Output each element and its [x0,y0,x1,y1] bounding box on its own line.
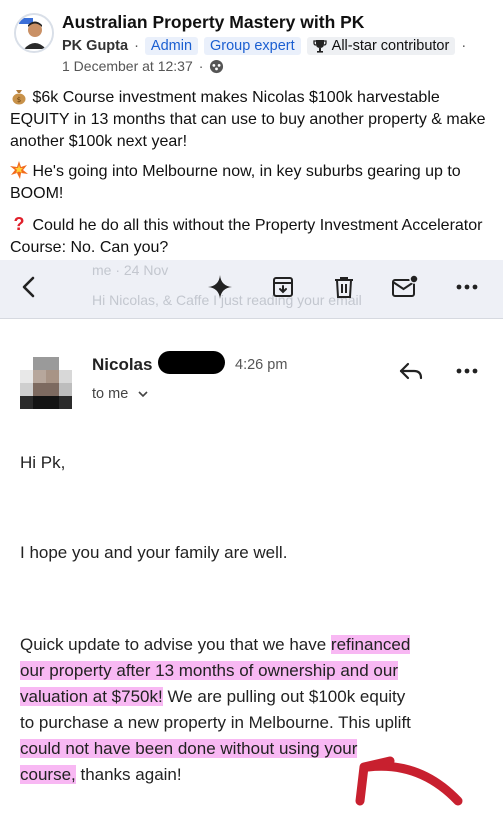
trash-icon [335,277,353,298]
group-avatar-image [16,15,52,51]
gemini-button[interactable] [205,272,235,302]
question-mark-icon: ? [13,214,25,234]
admin-badge: Admin [144,37,199,55]
separator-dot: · [198,58,204,74]
sparkle-icon [208,275,232,299]
email-time: 4:26 pm [235,357,288,373]
archive-button[interactable] [268,272,298,302]
more-horizontal-icon [456,368,478,374]
recipient-label: to me [92,386,129,402]
highlighted-text: valuation at $750k! [20,687,163,706]
recipient-toggle[interactable]: to me [92,386,148,402]
post-line-1-text: $6k Course investment makes Nicolas $100… [10,89,486,150]
contributor-badge: All-star contributor [306,37,456,55]
svg-text:$: $ [17,96,21,104]
email-more-button[interactable] [452,356,482,386]
group-expert-badge: Group expert [204,37,301,55]
delete-button[interactable] [329,272,359,302]
highlighted-text: could not have been done without using y… [20,739,358,758]
post-line-3-text: Could he do all this without the Propert… [10,217,483,256]
red-arrow-annotation [355,756,463,806]
archive-icon [273,277,293,297]
money-bag-icon: $ [12,90,26,105]
sender-name[interactable]: Nicolas [92,355,152,375]
highlighted-text: course, [20,765,76,784]
more-options-button[interactable] [452,272,482,302]
author-name[interactable]: PK Gupta [62,38,128,54]
reply-icon [399,362,423,380]
post-date[interactable]: 1 December at 12:37 [62,58,193,74]
email-line: our property after 13 months of ownershi… [20,658,490,684]
email-toolbar [0,260,503,319]
post-paragraph-3: ? Could he do all this without the Prope… [10,213,495,259]
highlighted-text: our property after 13 months of ownershi… [20,661,398,680]
post-date-row: 1 December at 12:37 · [62,58,224,74]
group-title[interactable]: Australian Property Mastery with PK [62,12,364,33]
more-horizontal-icon [456,284,478,290]
pixelated-avatar-image [20,357,72,409]
post-meta: PK Gupta · Admin Group expert All-star c… [62,37,466,55]
contributor-badge-label: All-star contributor [331,38,450,54]
separator-dot: · [134,38,139,54]
email-line: Quick update to advise you that we have … [20,635,411,654]
mark-unread-button[interactable] [390,272,420,302]
trophy-icon [313,40,327,53]
redaction-bar [158,351,225,374]
post-line-2-text: He's going into Melbourne now, in key su… [10,163,461,202]
collision-icon [10,161,28,179]
post-paragraph-1: $ $6k Course investment makes Nicolas $1… [10,87,495,153]
email-line: to purchase a new property in Melbourne.… [20,713,411,732]
background-list-item-meta: me · 24 Nov [92,262,169,278]
sender-avatar[interactable] [20,357,72,409]
email-line: valuation at $750k! We are pulling out $… [20,687,406,706]
email-paragraph-1: I hope you and your family are well. [20,543,288,562]
separator-dot: · [461,38,467,54]
chevron-left-icon [22,276,35,298]
email-greeting: Hi Pk, [20,453,66,472]
chevron-down-icon [138,390,148,397]
post-paragraph-2: He's going into Melbourne now, in key su… [10,161,495,205]
highlighted-text: refinanced [330,635,411,654]
group-avatar[interactable] [14,13,54,53]
back-button[interactable] [14,272,44,302]
audience-group-icon[interactable] [209,59,224,74]
reply-button[interactable] [396,356,426,386]
mark-unread-icon [392,274,419,297]
